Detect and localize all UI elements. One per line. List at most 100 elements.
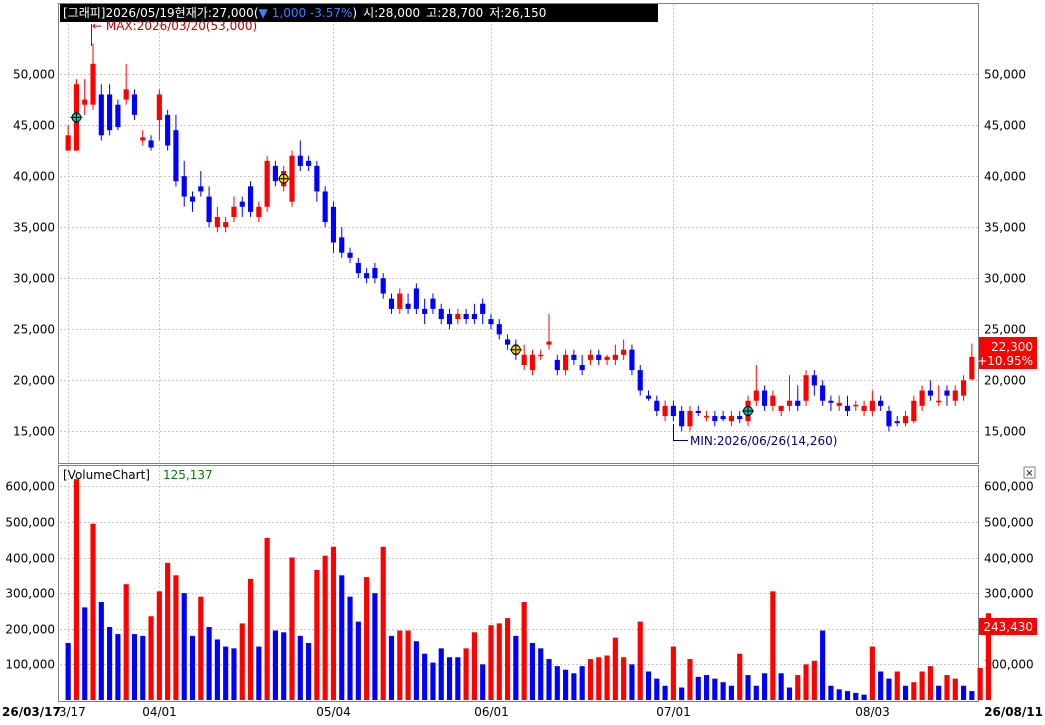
candle[interactable] (446, 308, 453, 330)
candle[interactable] (90, 43, 96, 110)
volume-bar[interactable] (438, 648, 444, 700)
volume-bar[interactable] (878, 671, 884, 701)
volume-bar[interactable] (703, 675, 710, 700)
candle[interactable] (181, 160, 187, 207)
candle[interactable] (936, 385, 942, 406)
candle[interactable] (496, 319, 502, 340)
candle[interactable] (629, 344, 635, 376)
candle[interactable] (770, 390, 776, 411)
candle[interactable] (786, 375, 793, 411)
volume-bar[interactable] (247, 578, 254, 700)
candle[interactable] (546, 313, 552, 350)
candle[interactable] (165, 109, 171, 151)
candle[interactable] (820, 380, 826, 406)
volume-bar[interactable] (637, 621, 643, 700)
volume-bar[interactable] (165, 562, 171, 700)
volume-bar[interactable] (869, 646, 875, 700)
volume-bar[interactable] (563, 669, 569, 700)
candle[interactable] (944, 385, 950, 406)
volume-bar[interactable] (339, 575, 345, 700)
volume-bar[interactable] (662, 685, 668, 700)
candle[interactable] (504, 334, 511, 350)
volume-bar[interactable] (770, 591, 776, 700)
volume-bar[interactable] (480, 664, 486, 700)
candle[interactable] (314, 160, 320, 202)
volume-bar[interactable] (380, 546, 386, 700)
volume-bar[interactable] (463, 648, 469, 700)
volume-bar[interactable] (231, 648, 237, 700)
candle[interactable] (778, 405, 784, 417)
candle[interactable] (728, 410, 734, 427)
candle[interactable] (247, 181, 254, 217)
volume-bar[interactable] (355, 621, 361, 700)
candle[interactable] (388, 293, 395, 314)
volume-bar[interactable] (264, 537, 270, 700)
candle[interactable] (355, 257, 361, 279)
candle[interactable] (969, 343, 975, 381)
volume-close-icon[interactable]: × (1025, 468, 1033, 479)
volume-bar[interactable] (131, 634, 138, 700)
candle[interactable] (596, 349, 602, 366)
volume-bar[interactable] (123, 584, 129, 700)
volume-bar[interactable] (239, 623, 245, 700)
candle[interactable] (256, 201, 262, 223)
volume-bar[interactable] (687, 659, 693, 700)
volume-bar[interactable] (256, 646, 262, 700)
candle[interactable] (811, 370, 817, 396)
volume-bar[interactable] (571, 673, 577, 700)
volume-bar[interactable] (422, 653, 428, 700)
candle[interactable] (538, 349, 544, 360)
volume-bar[interactable] (189, 635, 196, 700)
candle[interactable] (214, 206, 220, 233)
candle[interactable] (223, 216, 229, 233)
candle[interactable] (844, 395, 851, 417)
volume-bar[interactable] (820, 630, 826, 700)
candle[interactable] (330, 201, 337, 253)
candle[interactable] (869, 390, 875, 417)
volume-bar[interactable] (455, 657, 461, 700)
volume-bar[interactable] (944, 675, 950, 700)
volume-bar[interactable] (836, 689, 842, 700)
volume-bar[interactable] (894, 671, 900, 701)
volume-bar[interactable] (828, 685, 834, 700)
candle[interactable] (438, 303, 444, 325)
volume-bar[interactable] (596, 657, 602, 700)
volume-bar[interactable] (695, 676, 701, 700)
candle[interactable] (886, 405, 892, 432)
volume-bar[interactable] (322, 555, 328, 700)
candle[interactable] (131, 89, 138, 120)
candle[interactable] (115, 99, 121, 131)
candle[interactable] (878, 395, 884, 411)
volume-bar[interactable] (198, 596, 204, 700)
candle[interactable] (695, 405, 701, 417)
volume-bar[interactable] (372, 593, 378, 700)
candle[interactable] (422, 298, 428, 325)
candle[interactable] (571, 349, 577, 366)
volume-bar[interactable] (405, 630, 411, 700)
candle[interactable] (828, 395, 834, 411)
candle[interactable] (762, 385, 768, 411)
candle[interactable] (272, 160, 278, 187)
volume-bar[interactable] (737, 653, 743, 700)
volume-bar[interactable] (397, 630, 403, 700)
volume-bar[interactable] (504, 618, 511, 700)
volume-bar[interactable] (214, 639, 220, 700)
candle[interactable] (206, 186, 212, 228)
volume-bar[interactable] (471, 632, 477, 700)
volume-bar[interactable] (529, 643, 536, 700)
volume-bar[interactable] (936, 685, 942, 700)
candle[interactable] (430, 293, 436, 314)
volume-bar[interactable] (604, 655, 610, 700)
candle[interactable] (380, 273, 386, 299)
candle[interactable] (463, 308, 469, 325)
volume-bar[interactable] (977, 667, 983, 700)
candle[interactable] (306, 155, 312, 172)
candle[interactable] (480, 298, 486, 325)
volume-bar[interactable] (82, 607, 88, 700)
volume-bar[interactable] (886, 678, 892, 700)
volume-bar[interactable] (272, 630, 278, 700)
candle[interactable] (927, 380, 933, 401)
volume-bar[interactable] (430, 662, 436, 700)
volume-bar[interactable] (546, 659, 552, 700)
candle[interactable] (861, 400, 867, 417)
